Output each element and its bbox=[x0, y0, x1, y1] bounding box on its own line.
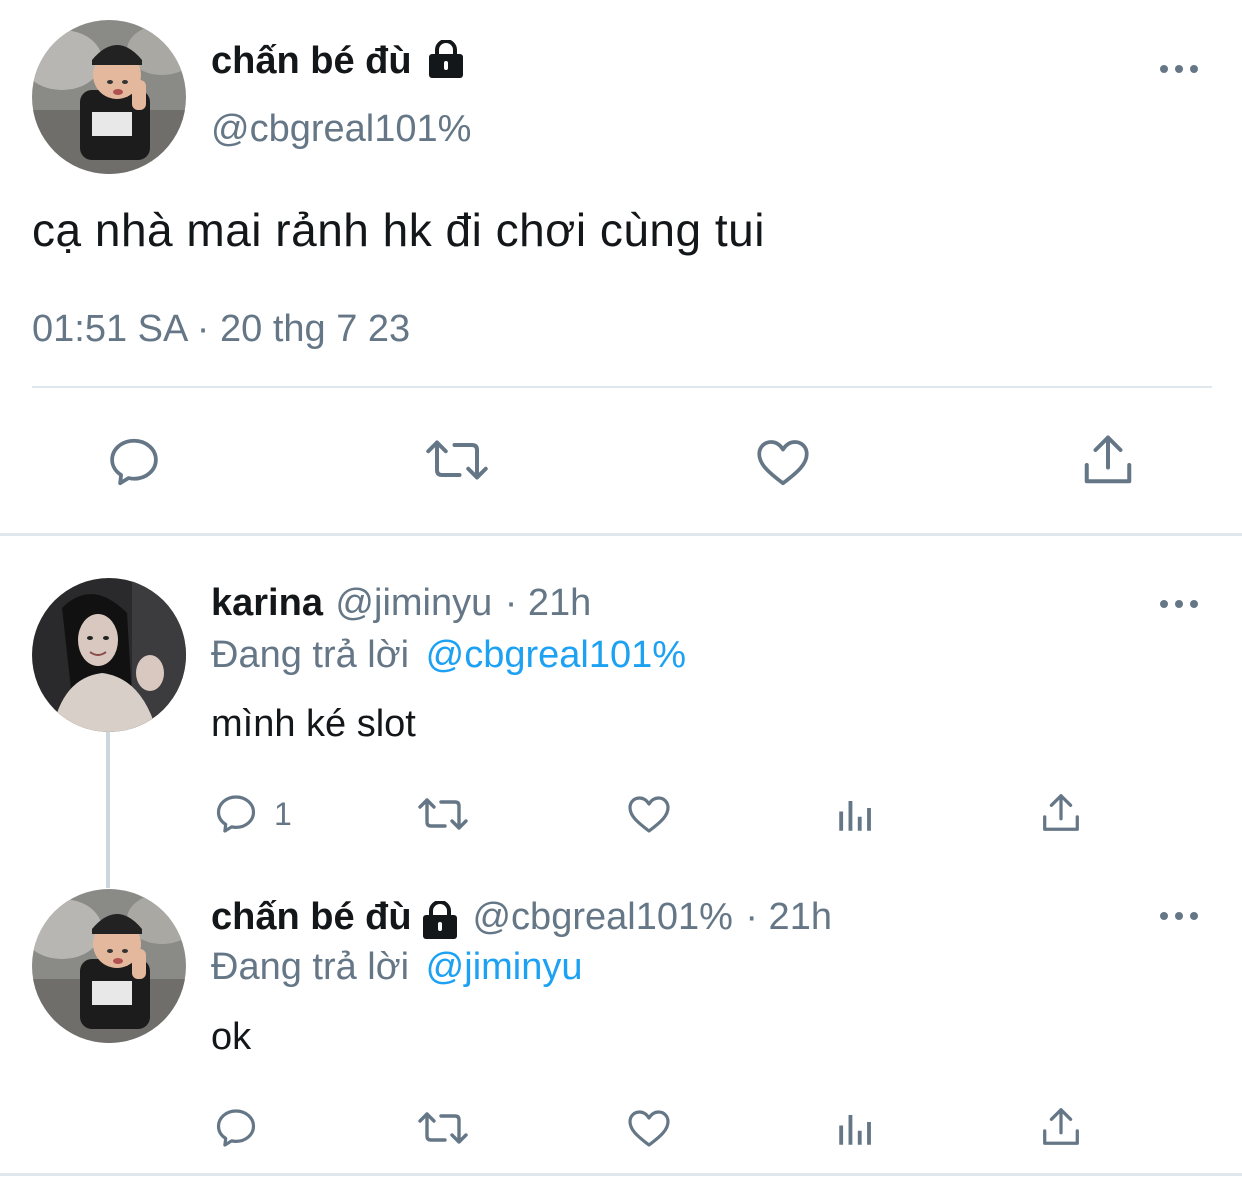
replying-to-link[interactable]: @cbgreal101% bbox=[426, 634, 686, 676]
main-reply-button[interactable] bbox=[104, 432, 164, 492]
reply-icon bbox=[216, 1109, 256, 1147]
heart-icon bbox=[628, 796, 670, 833]
main-share-button[interactable] bbox=[1078, 430, 1138, 490]
retweet-icon bbox=[418, 798, 468, 830]
reply2-retweet-button[interactable] bbox=[416, 1104, 470, 1152]
section-divider bbox=[0, 533, 1242, 536]
reply-icon bbox=[110, 438, 158, 486]
reply1-avatar[interactable] bbox=[32, 578, 186, 732]
reply2-reply-button[interactable] bbox=[212, 1104, 260, 1152]
thread-line bbox=[106, 732, 110, 888]
replying-to-link[interactable]: @jiminyu bbox=[426, 946, 583, 988]
bottom-divider bbox=[0, 1173, 1242, 1176]
more-icon[interactable] bbox=[1160, 910, 1200, 922]
main-like-button[interactable] bbox=[752, 432, 814, 492]
share-icon bbox=[1043, 794, 1079, 831]
reply2-author-name[interactable]: chấn bé đù bbox=[211, 896, 412, 938]
reply-icon bbox=[216, 795, 256, 833]
reply2-analytics-button[interactable] bbox=[834, 1108, 876, 1150]
replying-label: Đang trả lời bbox=[211, 946, 410, 988]
share-icon bbox=[1084, 435, 1132, 484]
heart-icon bbox=[757, 440, 809, 486]
reply2-header: chấn bé đù @cbgreal101% · 21h bbox=[211, 896, 832, 941]
reply2-text: ok bbox=[211, 1016, 252, 1058]
share-icon bbox=[1043, 1108, 1079, 1145]
analytics-icon bbox=[839, 1115, 871, 1145]
reply1-analytics-button[interactable] bbox=[834, 794, 876, 836]
author-name-text[interactable]: chấn bé đù bbox=[211, 40, 412, 82]
retweet-icon bbox=[426, 440, 488, 480]
main-tweet-author-handle[interactable]: @cbgreal101% bbox=[211, 108, 471, 151]
more-icon[interactable] bbox=[1160, 598, 1200, 610]
reply1-reply-button[interactable]: 1 bbox=[212, 790, 292, 838]
reply1-author-handle[interactable]: @jiminyu bbox=[335, 582, 492, 624]
main-tweet-text: cạ nhà mai rảnh hk đi chơi cùng tui bbox=[32, 204, 765, 256]
reply2-time[interactable]: · 21h bbox=[745, 896, 832, 938]
main-tweet-avatar[interactable] bbox=[32, 20, 186, 174]
reply2-like-button[interactable] bbox=[624, 1104, 674, 1152]
lock-icon bbox=[429, 39, 464, 78]
reply2-author-handle[interactable]: @cbgreal101% bbox=[472, 896, 732, 938]
divider bbox=[32, 386, 1212, 388]
reply1-time[interactable]: · 21h bbox=[505, 582, 592, 624]
main-tweet-author-name[interactable]: chấn bé đù bbox=[211, 39, 466, 83]
reply2-share-button[interactable] bbox=[1038, 1104, 1084, 1150]
reply2-avatar[interactable] bbox=[32, 889, 186, 1043]
more-icon[interactable] bbox=[1160, 63, 1200, 75]
retweet-icon bbox=[418, 1112, 468, 1144]
main-retweet-button[interactable] bbox=[424, 430, 490, 490]
replying-label: Đang trả lời bbox=[211, 634, 410, 676]
reply1-author-name[interactable]: karina bbox=[211, 582, 323, 624]
reply-count: 1 bbox=[274, 795, 292, 832]
reply1-replying-to: Đang trả lời @cbgreal101% bbox=[211, 634, 686, 677]
analytics-icon bbox=[839, 801, 871, 831]
reply1-share-button[interactable] bbox=[1038, 790, 1084, 836]
heart-icon bbox=[628, 1110, 670, 1147]
reply2-replying-to: Đang trả lời @jiminyu bbox=[211, 946, 583, 989]
reply1-like-button[interactable] bbox=[624, 790, 674, 838]
reply1-header: karina @jiminyu · 21h bbox=[211, 582, 591, 625]
main-tweet-timestamp[interactable]: 01:51 SA · 20 thg 7 23 bbox=[32, 308, 410, 351]
lock-icon bbox=[423, 900, 458, 939]
reply1-text: mình ké slot bbox=[211, 703, 416, 745]
reply1-retweet-button[interactable] bbox=[416, 790, 470, 838]
